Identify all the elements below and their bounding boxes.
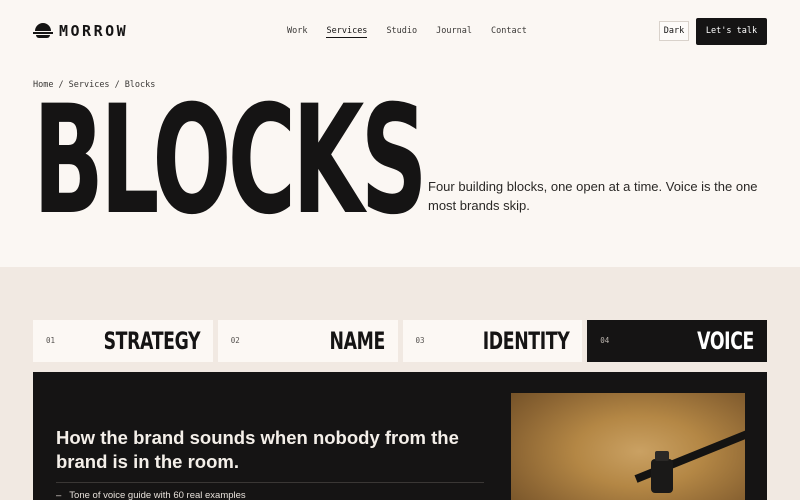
nav-item-services[interactable]: Services <box>326 26 368 38</box>
nav-item-contact[interactable]: Contact <box>491 26 527 38</box>
hero-lede: Four building blocks, one open at a time… <box>428 179 758 213</box>
theme-toggle-button[interactable]: Dark <box>659 21 689 41</box>
tab-number: 02 <box>230 336 240 345</box>
nav-item-journal[interactable]: Journal <box>436 26 472 38</box>
tab-label: STRATEGY <box>103 327 200 355</box>
voice-panel: How the brand sounds when nobody from th… <box>33 372 767 500</box>
tab-number: 03 <box>415 336 425 345</box>
logo-mark-icon <box>33 22 53 40</box>
nav-item-studio[interactable]: Studio <box>386 26 417 38</box>
tab-label: IDENTITY <box>482 327 570 355</box>
microphone-photo <box>511 393 745 500</box>
divider <box>56 482 484 483</box>
mic-ring-shape <box>655 451 669 461</box>
tab-strategy[interactable]: 01 STRATEGY <box>33 320 213 362</box>
tab-number: 04 <box>600 336 610 345</box>
main-nav: Work Services Studio Journal Contact <box>287 26 546 38</box>
lets-talk-button[interactable]: Let's talk <box>696 18 767 45</box>
tab-voice[interactable]: 04 VOICE <box>587 320 767 362</box>
brand-name: MORROW <box>59 22 129 40</box>
page-title: BLOCKS <box>33 74 428 248</box>
mic-body-shape <box>651 459 673 493</box>
tab-label: NAME <box>329 327 385 355</box>
panel-heading: How the brand sounds when nobody from th… <box>56 427 459 472</box>
tab-identity[interactable]: 03 IDENTITY <box>402 320 583 362</box>
list-item: Tone of voice guide with 60 real example… <box>56 490 245 500</box>
tab-name[interactable]: 02 NAME <box>217 320 398 362</box>
brand-logo[interactable]: MORROW <box>33 22 128 40</box>
nav-item-work[interactable]: Work <box>287 26 307 38</box>
blocks-tabs: 01 STRATEGY 02 NAME 03 IDENTITY 04 VOICE <box>33 320 767 362</box>
tab-label: VOICE <box>697 327 754 355</box>
deliverables-list: Tone of voice guide with 60 real example… <box>56 490 245 500</box>
tab-number: 01 <box>46 336 56 345</box>
